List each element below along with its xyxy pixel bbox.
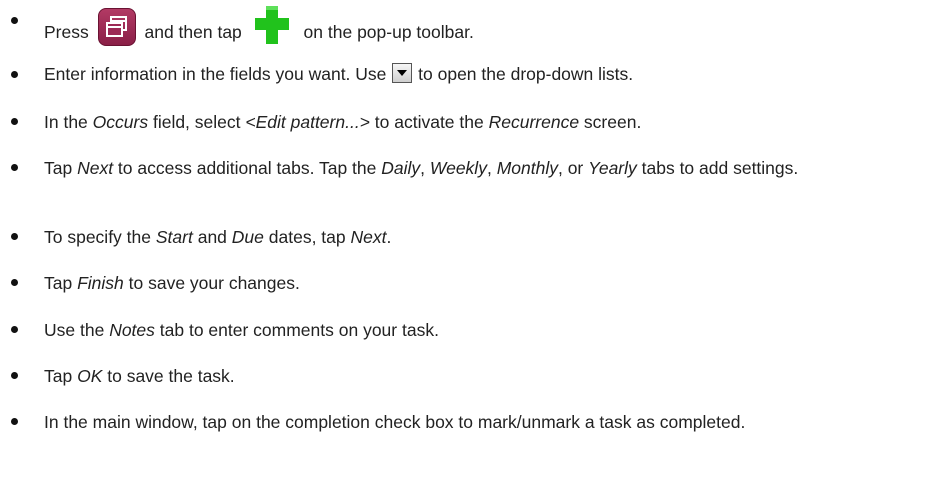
item-emphasis: Due — [231, 227, 264, 247]
item-text: Enter information in the fields you want… — [44, 64, 387, 84]
item-text: field, select — [148, 112, 246, 132]
item-emphasis: Monthly — [496, 158, 558, 178]
item-text: to activate the — [369, 112, 489, 132]
item-emphasis: Occurs — [92, 112, 149, 132]
item-text: Tap — [44, 158, 78, 178]
item-emphasis: Yearly — [588, 158, 637, 178]
item-emphasis: Notes — [109, 320, 155, 340]
item-emphasis: OK — [77, 366, 103, 386]
item-emphasis: <Edit pattern...> — [245, 112, 370, 132]
item-text: , — [420, 158, 430, 178]
item-text: and then tap — [144, 22, 242, 42]
item-emphasis: Recurrence — [488, 112, 580, 132]
item-text: In the main window, tap on the completio… — [44, 412, 746, 432]
item-text: to access additional tabs. Tap the — [113, 158, 382, 178]
list-item: Tap Next to access additional tabs. Tap … — [44, 156, 944, 180]
list-item: Tap OK to save the task. — [44, 364, 944, 388]
list-item: Press and then tap on the pop-up toolbar… — [44, 6, 944, 46]
item-text: on the pop-up toolbar. — [303, 22, 474, 42]
list-item: Use the Notes tab to enter comments on y… — [44, 318, 944, 342]
item-text: , — [486, 158, 497, 178]
item-emphasis: Weekly — [429, 158, 487, 178]
item-emphasis: Next — [77, 158, 114, 178]
bullet-icon — [11, 279, 18, 286]
item-text: , or — [557, 158, 589, 178]
item-text: to save the task. — [102, 366, 235, 386]
bullet-icon — [11, 118, 18, 125]
dropdown-arrow-icon — [392, 63, 413, 83]
window-icon — [97, 8, 136, 46]
item-text: to open the drop-down lists. — [418, 64, 634, 84]
item-text: Press — [44, 22, 89, 42]
item-text: tab to enter comments on your task. — [154, 320, 439, 340]
bullet-icon — [11, 164, 18, 171]
plus-icon — [254, 6, 289, 44]
bullet-icon — [11, 418, 18, 425]
item-text: dates, tap — [263, 227, 351, 247]
item-emphasis: Finish — [77, 273, 124, 293]
bullet-icon — [11, 372, 18, 379]
list-item: To specify the Start and Due dates, tap … — [44, 225, 944, 249]
list-item: In the Occurs field, select <Edit patter… — [44, 110, 944, 134]
list-item: Enter information in the fields you want… — [44, 62, 944, 86]
item-text: In the — [44, 112, 93, 132]
bullet-icon — [11, 326, 18, 333]
item-emphasis: Next — [350, 227, 387, 247]
item-text: and — [192, 227, 232, 247]
bullet-icon — [11, 71, 18, 78]
item-text: to save your changes. — [123, 273, 300, 293]
item-text: Tap — [44, 366, 78, 386]
item-text: Tap — [44, 273, 78, 293]
item-text: Use the — [44, 320, 110, 340]
bullet-icon — [11, 17, 18, 24]
item-text: screen. — [579, 112, 642, 132]
item-text: To specify the — [44, 227, 156, 247]
bullet-icon — [11, 233, 18, 240]
list-item: Tap Finish to save your changes. — [44, 271, 944, 295]
item-emphasis: Start — [155, 227, 193, 247]
item-text: . — [386, 227, 392, 247]
item-text: tabs to add settings. — [636, 158, 799, 178]
list-item: In the main window, tap on the completio… — [44, 410, 944, 434]
item-emphasis: Daily — [381, 158, 421, 178]
